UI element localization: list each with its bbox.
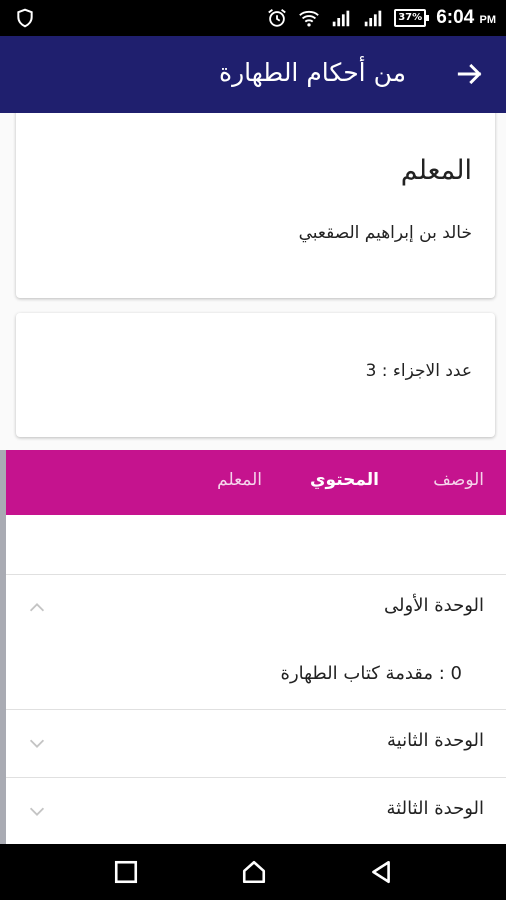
chevron-up-icon[interactable] bbox=[26, 597, 48, 619]
signal-icon bbox=[364, 10, 382, 27]
teacher-card: المعلم خالد بن إبراهيم الصقعبي bbox=[16, 113, 495, 298]
battery-icon: 37% bbox=[394, 9, 430, 27]
divider bbox=[6, 574, 506, 575]
shield-icon bbox=[17, 8, 33, 28]
home-icon[interactable] bbox=[241, 859, 267, 885]
tab-description[interactable]: الوصف bbox=[433, 470, 484, 490]
divider bbox=[6, 709, 506, 710]
divider bbox=[6, 777, 506, 778]
tab-bar: الوصف المحتوي المعلم bbox=[6, 450, 506, 515]
battery-level: 37% bbox=[398, 12, 423, 23]
signal-icon bbox=[332, 10, 350, 27]
back-triangle-icon[interactable] bbox=[368, 859, 394, 885]
recent-apps-icon[interactable] bbox=[113, 859, 139, 885]
chevron-down-icon[interactable] bbox=[26, 800, 48, 822]
page-title: من أحكام الطهارة bbox=[219, 58, 406, 87]
status-bar: 37% 6:04 PM bbox=[0, 0, 506, 36]
content-area: المعلم خالد بن إبراهيم الصقعبي عدد الاجز… bbox=[0, 113, 506, 844]
lesson-item[interactable]: 0 : مقدمة كتاب الطهارة bbox=[281, 663, 462, 684]
teacher-heading: المعلم bbox=[400, 155, 472, 186]
alarm-icon bbox=[268, 9, 286, 27]
teacher-name: خالد بن إبراهيم الصقعبي bbox=[298, 223, 472, 243]
unit-header-2[interactable]: الوحدة الثانية bbox=[387, 730, 484, 751]
unit-header-1[interactable]: الوحدة الأولى bbox=[384, 595, 484, 616]
app-bar: من أحكام الطهارة bbox=[0, 36, 506, 113]
unit-header-3[interactable]: الوحدة الثالثة bbox=[387, 798, 484, 819]
tab-content[interactable]: المحتوي bbox=[310, 470, 379, 490]
units-panel: الوحدة الأولى 0 : مقدمة كتاب الطهارة الو… bbox=[6, 515, 506, 844]
navigation-bar bbox=[0, 844, 506, 900]
parts-count: عدد الاجزاء : 3 bbox=[365, 361, 472, 381]
clock-ampm: PM bbox=[479, 14, 497, 26]
chevron-down-icon[interactable] bbox=[26, 732, 48, 754]
tab-teacher[interactable]: المعلم bbox=[217, 470, 262, 490]
parts-card: عدد الاجزاء : 3 bbox=[16, 313, 495, 437]
clock-time: 6:04 bbox=[436, 7, 475, 28]
wifi-icon bbox=[299, 10, 320, 27]
arrow-right-icon[interactable] bbox=[454, 58, 486, 90]
clock: 6:04 PM bbox=[436, 7, 496, 29]
